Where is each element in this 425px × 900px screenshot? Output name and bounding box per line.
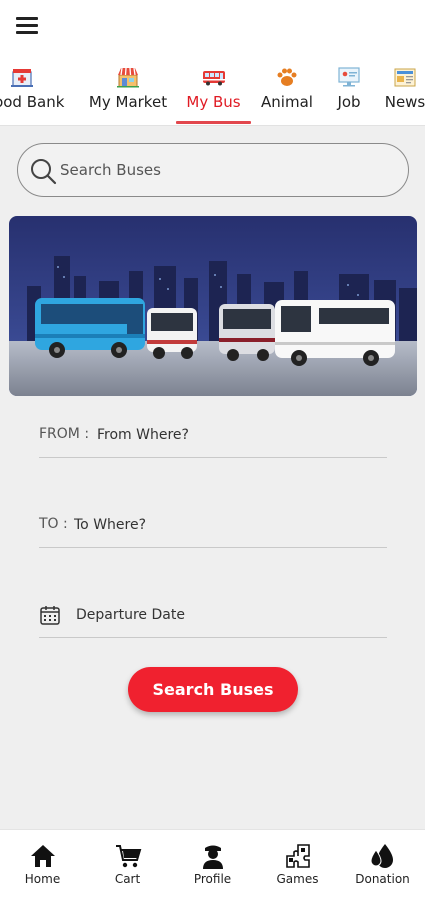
tab-blood-bank[interactable]: Blood Bank <box>0 62 74 126</box>
home-icon <box>30 845 55 867</box>
tab-job[interactable]: Job <box>326 62 372 126</box>
search-icon <box>31 159 57 185</box>
tab-news[interactable]: News <box>381 62 425 126</box>
nav-label: Home <box>24 872 61 886</box>
games-icon <box>285 844 310 868</box>
search-bar[interactable] <box>17 143 409 197</box>
to-input[interactable] <box>74 512 379 538</box>
tab-my-market[interactable]: My Market <box>88 62 168 126</box>
calendar-icon <box>40 606 60 625</box>
to-field[interactable]: TO : <box>39 508 387 548</box>
divider <box>0 125 425 126</box>
tab-label: Job <box>337 93 361 111</box>
cart-icon <box>115 845 141 868</box>
nav-profile[interactable]: Profile <box>170 830 255 900</box>
job-icon <box>338 67 360 87</box>
bus-icon <box>202 71 225 86</box>
from-label: FROM : <box>39 426 90 442</box>
bottom-navigation: Home Cart Profile Games Donation <box>0 829 425 900</box>
hospital-icon <box>11 69 33 87</box>
news-icon <box>394 68 416 87</box>
profile-icon <box>202 845 223 869</box>
tab-label: My Bus <box>186 93 241 111</box>
tab-label: Blood Bank <box>0 93 65 111</box>
from-input[interactable] <box>97 422 382 448</box>
nav-home[interactable]: Home <box>0 830 85 900</box>
nav-cart[interactable]: Cart <box>85 830 170 900</box>
search-input[interactable] <box>60 156 390 184</box>
category-tabs: Blood Bank My Market <box>0 62 425 126</box>
nav-label: Cart <box>114 872 141 886</box>
departure-date-input[interactable] <box>76 602 381 628</box>
nav-label: Games <box>276 872 319 886</box>
tab-animal[interactable]: Animal <box>258 62 316 126</box>
search-buses-button[interactable]: Search Buses <box>128 667 298 712</box>
paw-icon <box>277 68 297 86</box>
departure-date-field[interactable] <box>39 598 387 638</box>
market-icon <box>117 67 139 88</box>
tab-label: News <box>384 93 425 111</box>
from-field[interactable]: FROM : <box>39 418 387 458</box>
tab-label: Animal <box>261 93 313 111</box>
bus-banner-image <box>9 216 417 396</box>
nav-donation[interactable]: Donation <box>340 830 425 900</box>
donation-icon <box>369 844 393 868</box>
nav-label: Profile <box>193 872 232 886</box>
menu-icon[interactable] <box>16 16 40 36</box>
nav-label: Donation <box>355 872 410 886</box>
nav-games[interactable]: Games <box>255 830 340 900</box>
tab-label: My Market <box>88 93 168 111</box>
to-label: TO : <box>39 516 68 532</box>
active-tab-indicator <box>176 121 251 124</box>
bus-fleet-illustration <box>9 216 417 396</box>
tab-my-bus[interactable]: My Bus <box>176 62 251 126</box>
top-app-bar: Blood Bank My Market <box>0 0 425 126</box>
